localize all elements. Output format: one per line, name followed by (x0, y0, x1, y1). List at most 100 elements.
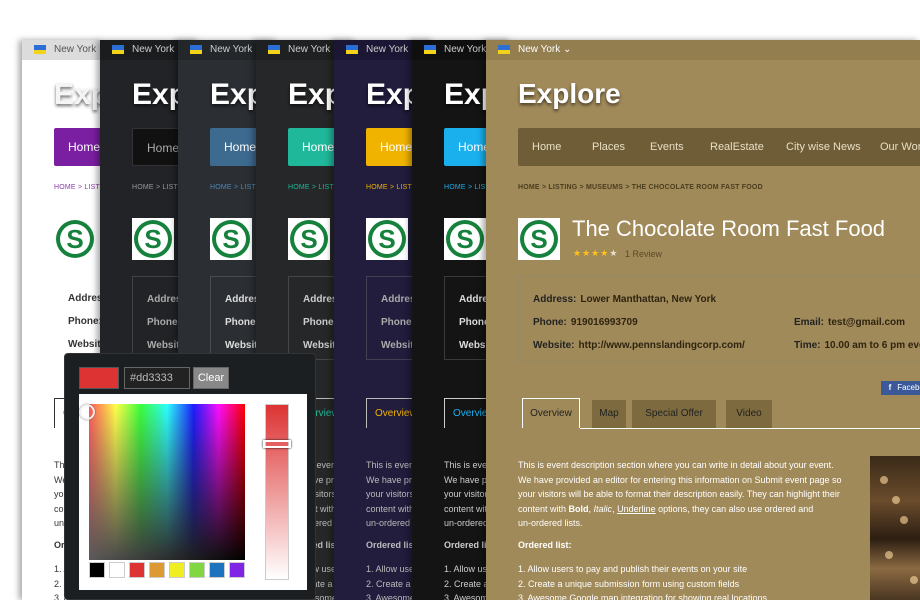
listing-logo: S (444, 218, 486, 260)
ordered-list-heading: Ordered list: (518, 540, 572, 550)
breadcrumb-item[interactable]: LISTING (548, 184, 577, 191)
nav-item-places[interactable]: Places (592, 128, 625, 166)
review-count[interactable]: 1 Review (625, 249, 662, 259)
phone-row: Phone: 919016993709 (533, 317, 638, 328)
svg-text:S: S (66, 224, 83, 254)
ukraine-flag-icon (268, 45, 280, 54)
star-icon: ★ (600, 248, 610, 258)
nav-item-our-work[interactable]: Our Work (880, 128, 920, 166)
clear-button[interactable]: Clear (193, 367, 229, 389)
facebook-share-button[interactable]: f Facebo (881, 381, 920, 395)
phone-label: Phone: (225, 317, 259, 328)
breadcrumb-item[interactable]: HOME (518, 184, 540, 191)
breadcrumb: HOME > LISTING > MUSEUMS > THE CHOCOLATE… (518, 184, 763, 191)
listing-title: The Chocolate Room Fast Food (572, 216, 886, 241)
listing-logo: S (288, 218, 330, 260)
nav-item-events[interactable]: Events (650, 128, 684, 166)
top-bar: New York (22, 40, 102, 60)
website-value[interactable]: http://www.pennslandingcorp.com/ (579, 340, 745, 351)
palette-swatch[interactable] (229, 562, 245, 578)
palette-swatch[interactable] (169, 562, 185, 578)
breadcrumb: HOME > LISTING (54, 184, 102, 191)
location-selector[interactable]: New York ⌄ (518, 44, 571, 55)
email-row: Email: test@gmail.com (794, 317, 905, 328)
website-label: Website: (68, 339, 102, 350)
phone-label: Phone: (381, 317, 415, 328)
location-selector[interactable]: New York (132, 44, 174, 55)
ukraine-flag-icon (190, 45, 202, 54)
tab-special-offer[interactable]: Special Offer (632, 400, 716, 428)
breadcrumb-item: THE CHOCOLATE ROOM FAST FOOD (631, 184, 763, 191)
current-color-swatch[interactable] (79, 367, 119, 389)
time-row: Time:10.00 am to 6 pm every day (794, 340, 920, 351)
list-item: 1. Allow users to pay and publish their … (518, 564, 748, 574)
facebook-label: Facebo (897, 383, 920, 392)
s-logo-icon: S (56, 220, 94, 258)
location-selector[interactable]: New York (288, 44, 330, 55)
main-nav: Home Places Events RealEstate City wise News… (518, 128, 920, 166)
svg-text:S: S (300, 224, 317, 254)
star-icon: ★ (573, 248, 583, 258)
info-box: Address: Phone: Website: (54, 276, 102, 360)
rating-stars: ★★★★★ (573, 248, 618, 259)
field-handle[interactable] (79, 404, 95, 420)
website-row: Website: http://www.pennslandingcorp.com/ (533, 340, 745, 351)
svg-text:S: S (222, 224, 239, 254)
svg-text:S: S (456, 224, 473, 254)
location-selector[interactable]: New York (366, 44, 408, 55)
s-logo-icon: S (520, 220, 558, 258)
hex-input[interactable]: #dd3333 (124, 367, 190, 389)
time-label: Time: (794, 340, 821, 351)
nav-item-city-wise-news[interactable]: City wise News (786, 128, 861, 166)
tab-map[interactable]: Map (592, 400, 626, 428)
nav-item-home[interactable]: Home (532, 128, 561, 166)
tab-divider (580, 428, 920, 429)
theme-panel-gold: New York ⌄ Explore Home Places Events RealEst… (486, 40, 920, 600)
nav-home[interactable]: Home (54, 128, 102, 166)
list-item: 2. Create a unique submission form using… (518, 578, 740, 589)
listing-logo: S (210, 218, 252, 260)
phone-label: Phone: (68, 316, 102, 327)
site-brand[interactable]: Explore (518, 78, 621, 110)
address-value: Lower Manthattan, New York (580, 294, 717, 305)
s-logo-icon: S (134, 220, 172, 258)
picker-body (79, 394, 307, 590)
saturation-field[interactable] (89, 404, 245, 560)
palette-swatch[interactable] (109, 562, 125, 578)
phone-value: 919016993709 (570, 317, 638, 328)
list-item: 3. Awesome Google map integration for sh… (518, 593, 767, 600)
svg-text:S: S (530, 224, 547, 254)
phone-label: Phone: (147, 317, 181, 328)
ukraine-flag-icon (424, 45, 436, 54)
location-selector[interactable]: New York (54, 44, 96, 55)
slider-handle[interactable] (263, 440, 291, 448)
ukraine-flag-icon (346, 45, 358, 54)
tab-video[interactable]: Video (726, 400, 772, 428)
address-label: Address: (68, 293, 102, 304)
location-selector[interactable]: New York (444, 44, 486, 55)
description: This is event description section where … (518, 460, 842, 528)
palette-swatch[interactable] (189, 562, 205, 578)
location-selector[interactable]: New York (210, 44, 252, 55)
tab-overview[interactable]: Overview (522, 398, 580, 428)
listing-photo[interactable] (870, 456, 920, 600)
email-value[interactable]: test@gmail.com (828, 317, 905, 328)
breadcrumb-separator: > (623, 184, 632, 191)
svg-text:S: S (144, 224, 161, 254)
phone-label: Phone: (303, 317, 337, 328)
website-label: Website: (533, 340, 575, 351)
star-icon: ★ (591, 248, 601, 258)
palette-swatch[interactable] (89, 562, 105, 578)
hue-slider[interactable] (265, 404, 289, 580)
nav-item-realestate[interactable]: RealEstate (710, 128, 764, 166)
color-picker: #dd3333 Clear (64, 353, 316, 600)
site-brand[interactable]: Explore (54, 78, 102, 112)
breadcrumb-item[interactable]: MUSEUMS (586, 184, 623, 191)
s-logo-icon: S (290, 220, 328, 258)
palette-swatch[interactable] (149, 562, 165, 578)
address-row: Address: Lower Manthattan, New York (533, 294, 716, 305)
palette-swatch[interactable] (209, 562, 225, 578)
palette-swatch[interactable] (129, 562, 145, 578)
top-bar: New York ⌄ (486, 40, 920, 60)
ukraine-flag-icon (112, 45, 124, 54)
